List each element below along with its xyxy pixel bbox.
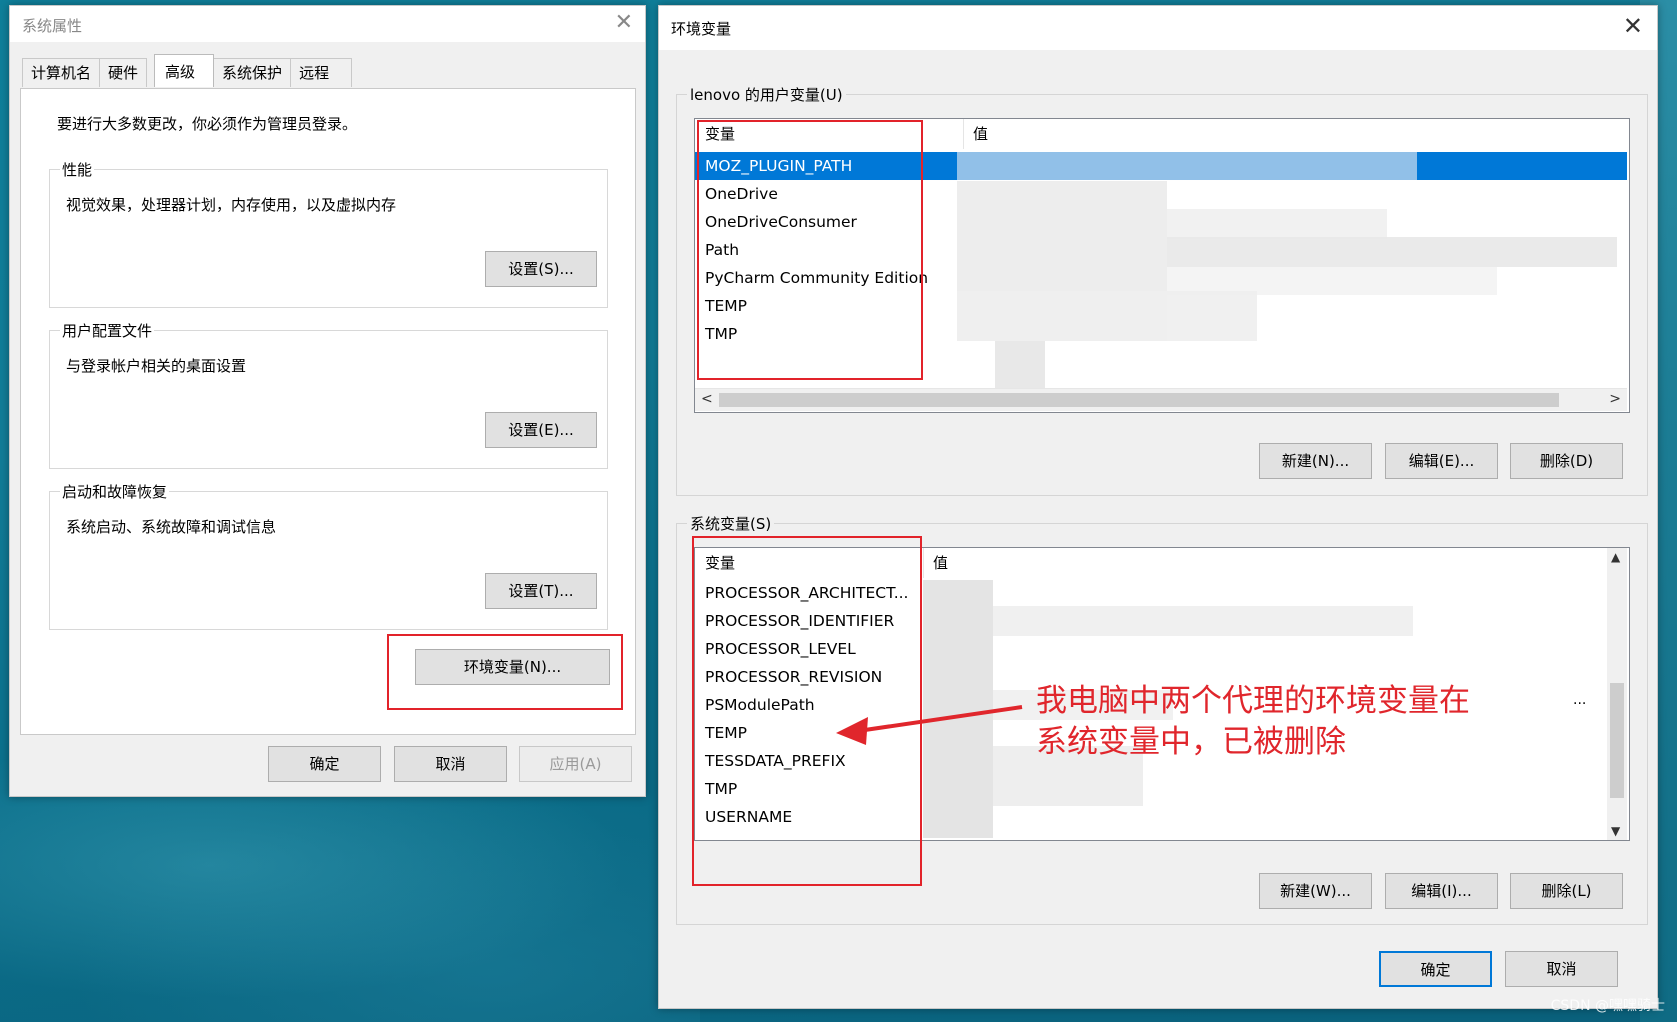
- annotation-text-line2: 系统变量中，已被删除: [1036, 724, 1346, 760]
- tab-advanced[interactable]: 高级: [154, 54, 215, 87]
- annotation-arrow: [836, 705, 1023, 745]
- annotation-text-line1: 我电脑中两个代理的环境变量在: [1036, 683, 1470, 719]
- watermark: CSDN @嘿嘿骑士: [1550, 998, 1665, 1014]
